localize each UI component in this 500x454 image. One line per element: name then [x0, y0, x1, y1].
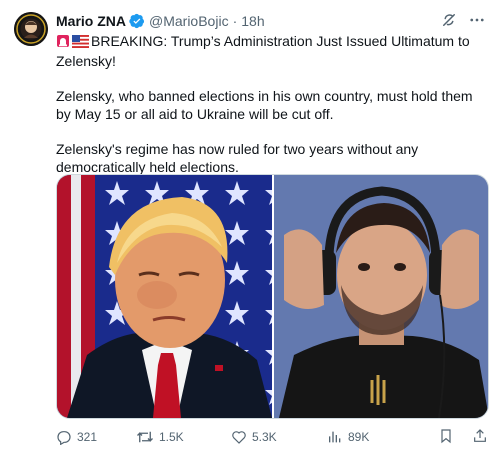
reply-count: 321: [77, 430, 98, 444]
views-count: 89K: [348, 430, 370, 444]
media-grid[interactable]: [56, 174, 489, 419]
tweet-header: Mario ZNA @MarioBojic · 18h: [56, 11, 486, 31]
zelensky-photo-image: [273, 175, 488, 418]
share-icon[interactable]: [472, 428, 488, 447]
avatar[interactable]: [14, 12, 48, 46]
paragraph-3: Zelensky's regime has now ruled for two …: [56, 141, 419, 175]
reply-button[interactable]: 321: [56, 429, 136, 445]
verified-badge-icon: [129, 13, 145, 29]
more-icon[interactable]: [468, 11, 486, 32]
tweet-text: BREAKING: Trump’s Administration Just Is…: [56, 32, 488, 193]
headline-text: BREAKING: Trump’s Administration Just Is…: [56, 33, 470, 69]
headline-paragraph: BREAKING: Trump’s Administration Just Is…: [56, 32, 488, 70]
author-handle[interactable]: @MarioBojic: [149, 13, 229, 29]
timestamp[interactable]: 18h: [241, 13, 264, 29]
photo-trump[interactable]: [57, 175, 272, 418]
paragraph-2: Zelensky, who banned elections in his ow…: [56, 88, 473, 122]
separator-dot: ·: [232, 13, 238, 29]
repost-button[interactable]: 1.5K: [136, 429, 231, 445]
siren-emoji: [56, 34, 70, 52]
views-button[interactable]: 89K: [327, 429, 417, 445]
author-name[interactable]: Mario ZNA: [56, 13, 126, 29]
bookmark-icon[interactable]: [438, 428, 454, 447]
action-bar: 321 1.5K 5.3K 89K: [56, 428, 488, 446]
grok-icon[interactable]: [440, 11, 458, 32]
like-count: 5.3K: [252, 430, 277, 444]
views-icon: [329, 431, 341, 443]
repost-icon: [137, 431, 153, 443]
us-flag-emoji: [72, 34, 89, 52]
heart-icon: [232, 431, 246, 444]
trump-photo-image: [57, 175, 272, 418]
avatar-image: [14, 12, 48, 46]
tweet[interactable]: Mario ZNA @MarioBojic · 18h BREAKING: Tr…: [0, 0, 500, 454]
repost-count: 1.5K: [159, 430, 184, 444]
reply-icon: [57, 431, 71, 445]
like-button[interactable]: 5.3K: [231, 429, 327, 445]
photo-zelensky[interactable]: [273, 175, 488, 418]
